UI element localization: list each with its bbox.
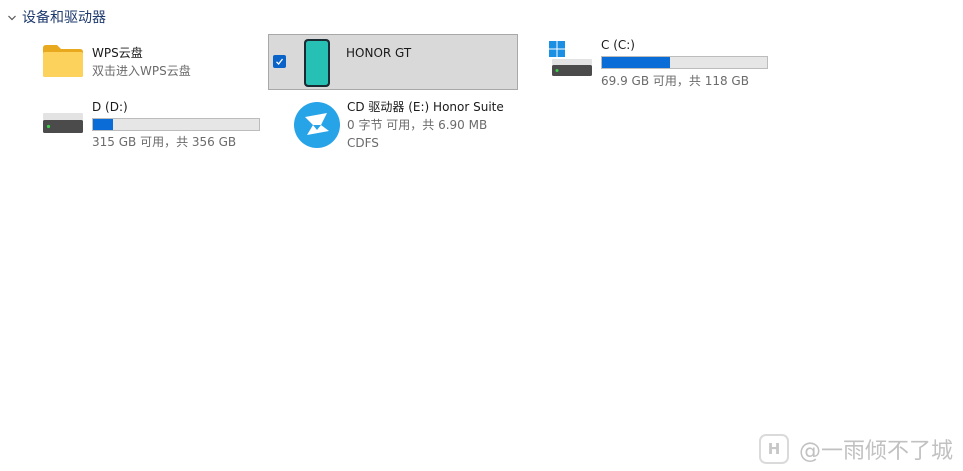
tile-c-drive[interactable]: C (C:) 69.9 GB 可用，共 118 GB xyxy=(542,34,782,88)
wps-cloud-name: WPS云盘 xyxy=(92,46,143,60)
group-title: 设备和驱动器 xyxy=(22,10,106,26)
group-header-devices[interactable]: 设备和驱动器 xyxy=(6,8,106,28)
selection-checkbox[interactable] xyxy=(273,55,286,68)
watermark-logo: H xyxy=(758,434,789,464)
d-drive-space: 315 GB 可用，共 356 GB xyxy=(92,135,237,149)
d-drive-usage-fill xyxy=(93,119,113,130)
tile-cd-drive[interactable]: CD 驱动器 (E:) Honor Suite 0 字节 可用，共 6.90 M… xyxy=(286,96,526,152)
honor-gt-name: HONOR GT xyxy=(346,46,412,60)
folder-icon xyxy=(41,43,85,83)
d-drive-usage-bar xyxy=(92,118,260,131)
d-drive-name: D (D:) xyxy=(92,100,128,114)
tile-wps-cloud[interactable]: WPS云盘 双击进入WPS云盘 xyxy=(34,36,264,88)
chevron-down-icon xyxy=(6,12,18,24)
tile-d-drive[interactable]: D (D:) 315 GB 可用，共 356 GB xyxy=(34,96,264,152)
tile-honor-gt[interactable]: HONOR GT xyxy=(268,34,518,90)
cd-drive-space: 0 字节 可用，共 6.90 MB xyxy=(347,118,488,132)
wps-cloud-subtitle: 双击进入WPS云盘 xyxy=(92,64,191,78)
watermark: H @一雨倾不了城 xyxy=(758,433,953,465)
phone-icon xyxy=(303,38,331,92)
c-drive-space: 69.9 GB 可用，共 118 GB xyxy=(601,74,749,88)
watermark-text: @一雨倾不了城 xyxy=(798,439,953,464)
c-drive-usage-fill xyxy=(602,57,670,68)
windows-drive-icon xyxy=(547,39,595,83)
honor-suite-icon xyxy=(293,101,341,153)
c-drive-name: C (C:) xyxy=(601,38,635,52)
cd-drive-name: CD 驱动器 (E:) Honor Suite xyxy=(347,100,504,114)
c-drive-usage-bar xyxy=(601,56,768,69)
drive-icon xyxy=(39,109,87,143)
cd-drive-filesystem: CDFS xyxy=(347,136,379,150)
